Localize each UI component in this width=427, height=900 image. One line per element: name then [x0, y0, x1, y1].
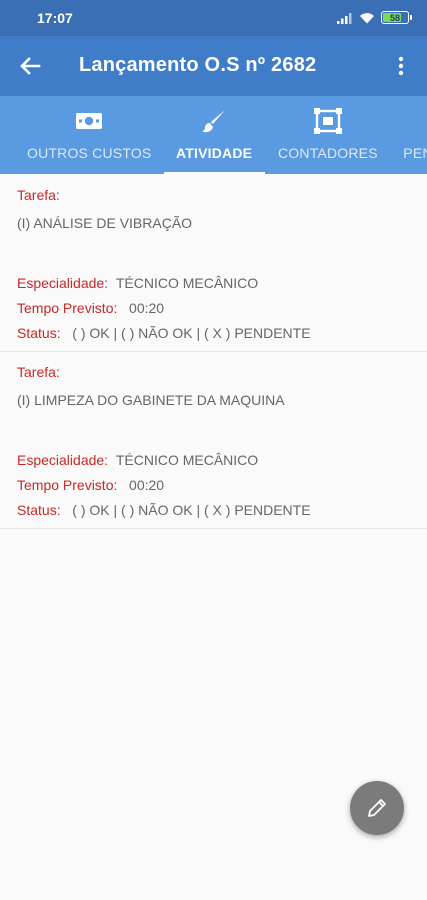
tab-label: PEN: [403, 145, 427, 161]
time-label: Tempo Previsto:: [17, 300, 118, 316]
status-value: ( ) OK | ( ) NÃO OK | ( X ) PENDENTE: [72, 325, 311, 341]
tab-atividade[interactable]: ATIVIDADE: [176, 96, 252, 174]
more-vertical-icon: [398, 56, 404, 76]
tab-contadores[interactable]: CONTADORES: [278, 96, 378, 174]
battery-icon: 58: [381, 11, 412, 24]
page-title: Lançamento O.S nº 2682: [79, 54, 317, 76]
status-time: 17:07: [37, 10, 73, 26]
time-row: Tempo Previsto: 00:20: [17, 300, 164, 316]
status-icons: 58: [337, 11, 412, 24]
specialty-value: TÉCNICO MECÂNICO: [115, 275, 259, 291]
activity-card[interactable]: Tarefa: (I) LIMPEZA DO GABINETE DA MAQUI…: [0, 352, 427, 529]
tab-label: OUTROS CUSTOS: [27, 145, 152, 161]
status-label: Status:: [17, 325, 61, 341]
status-row: Status: ( ) OK | ( ) NÃO OK | ( X ) PEND…: [17, 502, 311, 518]
tab-bar: OUTROS CUSTOS ATIVIDADE CONTADORES PEN: [0, 96, 427, 174]
task-label: Tarefa:: [17, 364, 60, 380]
tab-label: CONTADORES: [278, 145, 378, 161]
specialty-label: Especialidade:: [17, 275, 109, 291]
specialty-row: Especialidade: TÉCNICO MECÂNICO: [17, 452, 258, 468]
task-name: (I) LIMPEZA DO GABINETE DA MAQUINA: [17, 392, 285, 408]
brush-icon: [202, 110, 226, 133]
tab-outros-custos[interactable]: OUTROS CUSTOS: [27, 96, 151, 174]
time-value: 00:20: [129, 300, 165, 316]
status-value: ( ) OK | ( ) NÃO OK | ( X ) PENDENTE: [72, 502, 311, 518]
arrow-left-icon: [20, 57, 41, 75]
task-name: (I) ANÁLISE DE VIBRAÇÃO: [17, 215, 193, 231]
wifi-icon: [360, 12, 374, 23]
money-icon: [76, 113, 103, 129]
back-button[interactable]: [14, 50, 46, 82]
tab-label: ATIVIDADE: [176, 145, 253, 161]
status-bar: 17:07 58: [0, 0, 427, 36]
status-label: Status:: [17, 502, 61, 518]
overflow-menu-button[interactable]: [387, 50, 415, 82]
task-label: Tarefa:: [17, 187, 60, 203]
counter-frame-icon: [313, 108, 342, 134]
activity-list: Tarefa: (I) ANÁLISE DE VIBRAÇÃO Especial…: [0, 175, 427, 529]
time-label: Tempo Previsto:: [17, 477, 118, 493]
tab-pendencias[interactable]: PEN: [403, 96, 427, 174]
specialty-label: Especialidade:: [17, 452, 109, 468]
time-row: Tempo Previsto: 00:20: [17, 477, 164, 493]
edit-fab-button[interactable]: [350, 781, 404, 835]
specialty-value: TÉCNICO MECÂNICO: [115, 452, 259, 468]
status-row: Status: ( ) OK | ( ) NÃO OK | ( X ) PEND…: [17, 325, 311, 341]
signal-icon: [337, 12, 352, 24]
battery-level: 58: [389, 12, 400, 23]
activity-card[interactable]: Tarefa: (I) ANÁLISE DE VIBRAÇÃO Especial…: [0, 175, 427, 352]
specialty-row: Especialidade: TÉCNICO MECÂNICO: [17, 275, 258, 291]
pencil-icon: [368, 799, 386, 817]
app-bar: Lançamento O.S nº 2682: [0, 36, 427, 96]
time-value: 00:20: [129, 477, 165, 493]
